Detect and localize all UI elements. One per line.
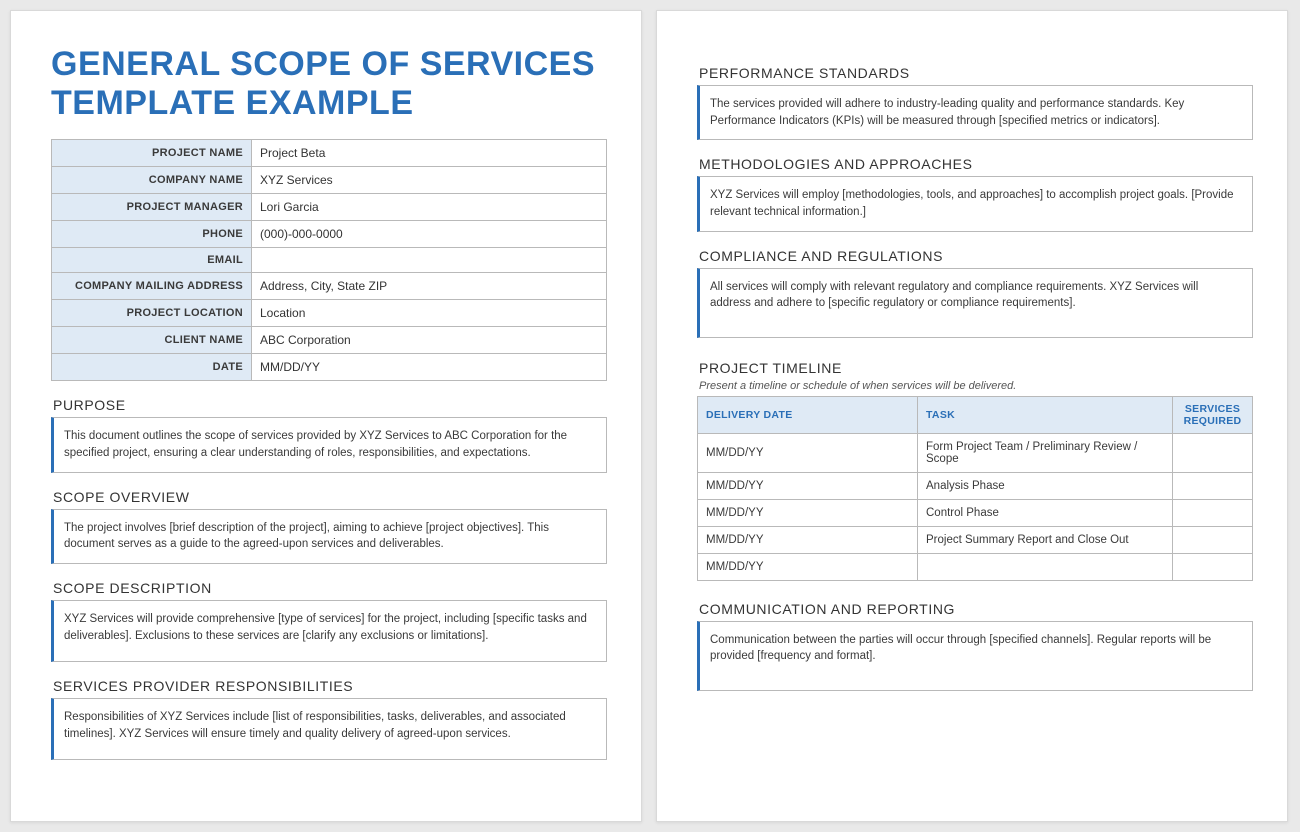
info-label: PROJECT NAME <box>52 140 252 167</box>
section-heading-performance: PERFORMANCE STANDARDS <box>699 65 1253 81</box>
table-row: MM/DD/YY <box>698 553 1253 580</box>
section-subheading-timeline: Present a timeline or schedule of when s… <box>699 380 1253 392</box>
timeline-req <box>1173 433 1253 472</box>
info-value: Address, City, State ZIP <box>252 273 607 300</box>
info-value: ABC Corporation <box>252 327 607 354</box>
col-services-required: SERVICES REQUIRED <box>1173 396 1253 433</box>
section-heading-compliance: COMPLIANCE AND REGULATIONS <box>699 248 1253 264</box>
table-row: MM/DD/YY Control Phase <box>698 499 1253 526</box>
info-value: XYZ Services <box>252 167 607 194</box>
section-body-responsibilities: Responsibilities of XYZ Services include… <box>51 698 607 760</box>
table-row: CLIENT NAME ABC Corporation <box>52 327 607 354</box>
timeline-task: Project Summary Report and Close Out <box>918 526 1173 553</box>
section-body-communication: Communication between the parties will o… <box>697 621 1253 691</box>
timeline-task: Control Phase <box>918 499 1173 526</box>
section-heading-responsibilities: SERVICES PROVIDER RESPONSIBILITIES <box>53 678 607 694</box>
section-body-purpose: This document outlines the scope of serv… <box>51 417 607 472</box>
section-body-methodologies: XYZ Services will employ [methodologies,… <box>697 176 1253 231</box>
document-title: GENERAL SCOPE OF SERVICES TEMPLATE EXAMP… <box>51 45 607 123</box>
section-heading-timeline: PROJECT TIMELINE <box>699 360 1253 376</box>
table-row: PROJECT NAME Project Beta <box>52 140 607 167</box>
section-body-compliance: All services will comply with relevant r… <box>697 268 1253 338</box>
page-2: PERFORMANCE STANDARDS The services provi… <box>656 10 1288 822</box>
info-value: Lori Garcia <box>252 194 607 221</box>
table-row: MM/DD/YY Project Summary Report and Clos… <box>698 526 1253 553</box>
timeline-req <box>1173 499 1253 526</box>
info-value: (000)-000-0000 <box>252 221 607 248</box>
info-label: COMPANY NAME <box>52 167 252 194</box>
table-header-row: DELIVERY DATE TASK SERVICES REQUIRED <box>698 396 1253 433</box>
info-value: Project Beta <box>252 140 607 167</box>
section-heading-purpose: PURPOSE <box>53 397 607 413</box>
table-row: MM/DD/YY Analysis Phase <box>698 472 1253 499</box>
info-label: CLIENT NAME <box>52 327 252 354</box>
info-label: PROJECT LOCATION <box>52 300 252 327</box>
timeline-date: MM/DD/YY <box>698 526 918 553</box>
section-heading-overview: SCOPE OVERVIEW <box>53 489 607 505</box>
document-viewport: GENERAL SCOPE OF SERVICES TEMPLATE EXAMP… <box>0 0 1300 832</box>
project-info-table: PROJECT NAME Project Beta COMPANY NAME X… <box>51 139 607 381</box>
info-value <box>252 248 607 273</box>
info-label: DATE <box>52 354 252 381</box>
section-body-description: XYZ Services will provide comprehensive … <box>51 600 607 662</box>
section-body-performance: The services provided will adhere to ind… <box>697 85 1253 140</box>
timeline-date: MM/DD/YY <box>698 499 918 526</box>
info-label: PHONE <box>52 221 252 248</box>
table-row: PHONE (000)-000-0000 <box>52 221 607 248</box>
timeline-task: Form Project Team / Preliminary Review /… <box>918 433 1173 472</box>
col-task: TASK <box>918 396 1173 433</box>
table-row: COMPANY MAILING ADDRESS Address, City, S… <box>52 273 607 300</box>
info-label: PROJECT MANAGER <box>52 194 252 221</box>
table-row: COMPANY NAME XYZ Services <box>52 167 607 194</box>
section-heading-description: SCOPE DESCRIPTION <box>53 580 607 596</box>
info-label: EMAIL <box>52 248 252 273</box>
section-body-overview: The project involves [brief description … <box>51 509 607 564</box>
timeline-date: MM/DD/YY <box>698 553 918 580</box>
timeline-task <box>918 553 1173 580</box>
table-row: PROJECT MANAGER Lori Garcia <box>52 194 607 221</box>
table-row: MM/DD/YY Form Project Team / Preliminary… <box>698 433 1253 472</box>
page-1: GENERAL SCOPE OF SERVICES TEMPLATE EXAMP… <box>10 10 642 822</box>
table-row: DATE MM/DD/YY <box>52 354 607 381</box>
table-row: EMAIL <box>52 248 607 273</box>
timeline-date: MM/DD/YY <box>698 472 918 499</box>
timeline-table: DELIVERY DATE TASK SERVICES REQUIRED MM/… <box>697 396 1253 581</box>
table-row: PROJECT LOCATION Location <box>52 300 607 327</box>
timeline-req <box>1173 526 1253 553</box>
timeline-req <box>1173 472 1253 499</box>
section-heading-methodologies: METHODOLOGIES AND APPROACHES <box>699 156 1253 172</box>
timeline-req <box>1173 553 1253 580</box>
info-value: Location <box>252 300 607 327</box>
timeline-task: Analysis Phase <box>918 472 1173 499</box>
timeline-date: MM/DD/YY <box>698 433 918 472</box>
section-heading-communication: COMMUNICATION AND REPORTING <box>699 601 1253 617</box>
col-delivery-date: DELIVERY DATE <box>698 396 918 433</box>
info-value: MM/DD/YY <box>252 354 607 381</box>
info-label: COMPANY MAILING ADDRESS <box>52 273 252 300</box>
